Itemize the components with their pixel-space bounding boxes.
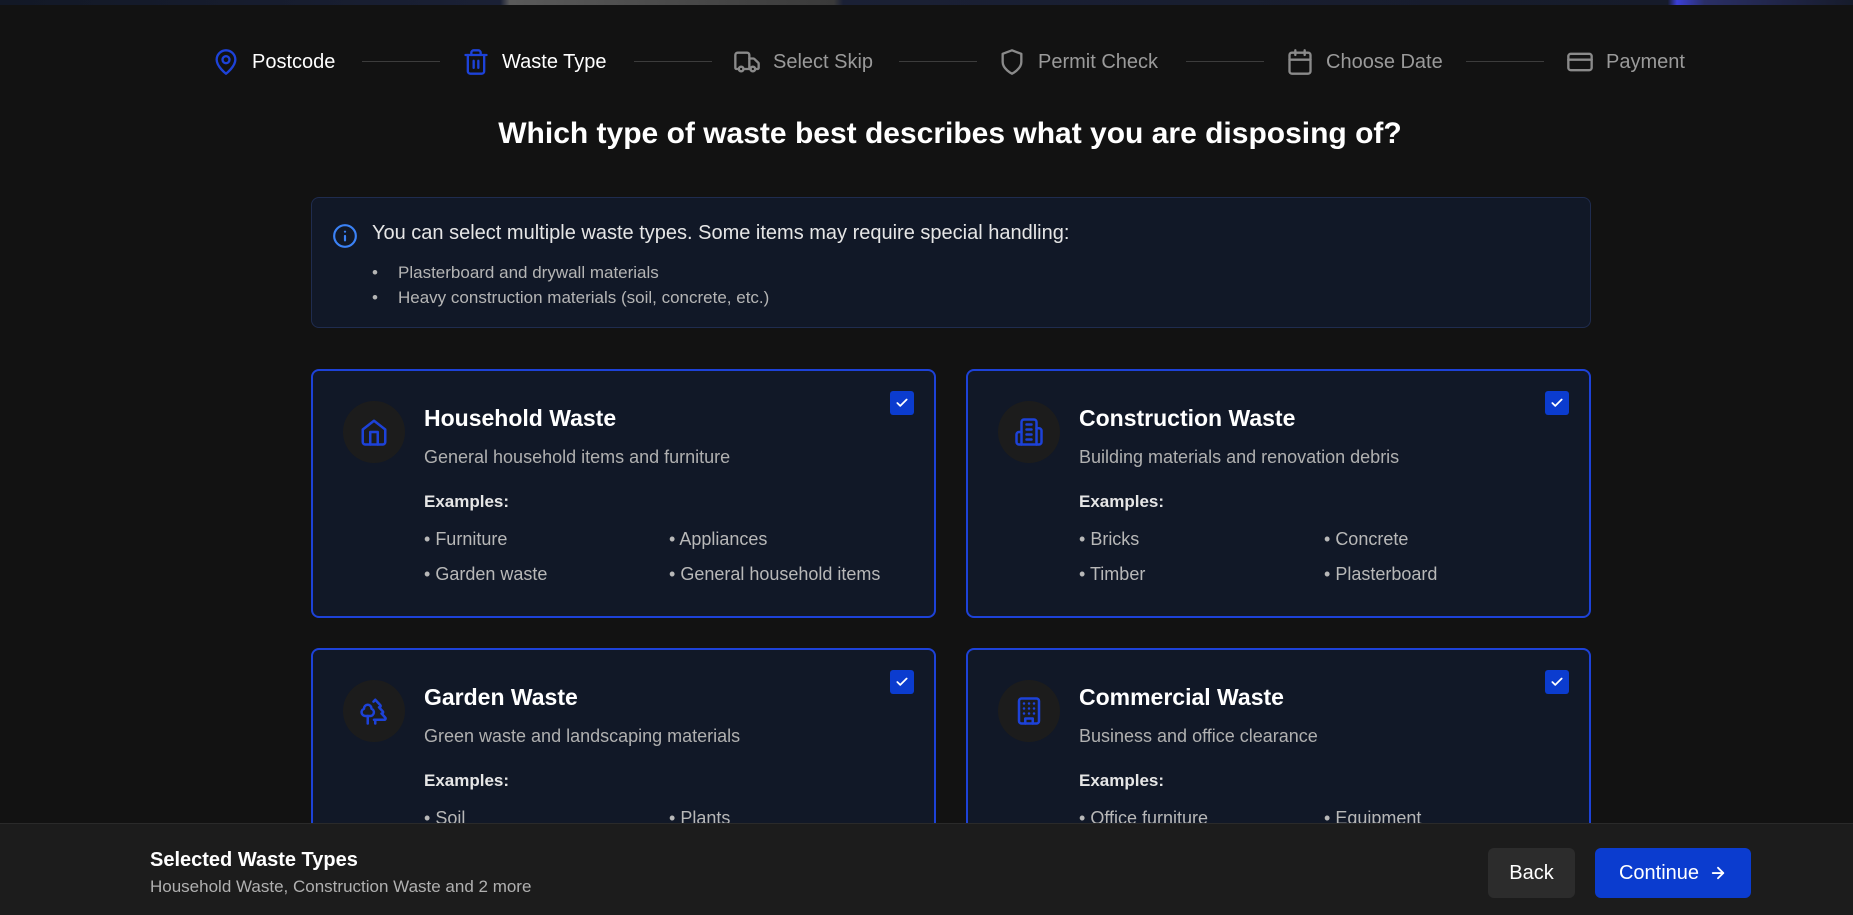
info-list: Plasterboard and drywall materials Heavy… xyxy=(372,260,769,310)
example-item: • General household items xyxy=(669,564,881,584)
credit-card-icon xyxy=(1567,52,1593,72)
selected-checkbox[interactable] xyxy=(1545,670,1569,694)
info-notice: You can select multiple waste types. Som… xyxy=(311,197,1591,328)
top-progress-strip xyxy=(0,0,1853,5)
step-postcode[interactable]: Postcode xyxy=(212,40,335,84)
selected-summary: Household Waste, Construction Waste and … xyxy=(150,877,532,896)
step-connector xyxy=(1466,61,1544,62)
house-icon xyxy=(361,419,387,446)
step-label: Select Skip xyxy=(773,50,874,73)
back-label: Back xyxy=(1509,861,1554,884)
arrow-right-icon xyxy=(1711,866,1725,880)
info-text: You can select multiple waste types. Som… xyxy=(372,222,1070,244)
step-waste-type[interactable]: Waste Type xyxy=(462,40,607,84)
card-description: General household items and furniture xyxy=(424,447,731,467)
check-icon xyxy=(896,677,908,686)
step-select-skip[interactable]: Select Skip xyxy=(733,40,873,84)
card-title: Garden Waste xyxy=(424,684,578,710)
selected-title: Selected Waste Types xyxy=(150,849,358,871)
card-description: Green waste and landscaping materials xyxy=(424,726,741,746)
calendar-icon xyxy=(1288,49,1312,75)
map-pin-icon xyxy=(215,49,237,75)
step-connector xyxy=(362,61,440,62)
progress-stepper: Postcode Waste Type Select Skip Permit C… xyxy=(0,40,1853,84)
examples-label: Examples: xyxy=(1079,771,1165,790)
examples-label: Examples: xyxy=(424,492,510,511)
shield-icon xyxy=(1001,49,1023,75)
trees-icon xyxy=(360,698,387,725)
continue-label: Continue xyxy=(1618,861,1700,884)
card-title: Commercial Waste xyxy=(1079,684,1284,710)
step-connector xyxy=(634,61,712,62)
info-list-item: Heavy construction materials (soil, conc… xyxy=(372,285,769,310)
example-item: • Furniture xyxy=(424,529,508,549)
card-title: Construction Waste xyxy=(1079,405,1296,431)
page-question: Which type of waste best describes what … xyxy=(498,117,1402,150)
example-item: • Concrete xyxy=(1324,529,1409,549)
card-icon-wrap xyxy=(998,680,1060,742)
truck-icon xyxy=(734,51,760,73)
selection-footer: Selected Waste Types Household Waste, Co… xyxy=(0,823,1853,915)
waste-card-construction[interactable]: Construction Waste Building materials an… xyxy=(966,369,1591,618)
check-icon xyxy=(1551,677,1563,686)
step-connector xyxy=(1186,61,1264,62)
examples-label: Examples: xyxy=(424,771,510,790)
step-label: Choose Date xyxy=(1326,50,1443,73)
card-icon-wrap xyxy=(998,401,1060,463)
examples-label: Examples: xyxy=(1079,492,1165,511)
example-item: • Bricks xyxy=(1079,529,1140,549)
step-permit-check[interactable]: Permit Check xyxy=(998,40,1158,84)
card-title: Household Waste xyxy=(424,405,617,431)
example-item: • Garden waste xyxy=(424,564,548,584)
card-description: Building materials and renovation debris xyxy=(1079,447,1400,467)
office-building-icon xyxy=(1017,697,1041,725)
selected-checkbox[interactable] xyxy=(890,670,914,694)
step-label: Permit Check xyxy=(1038,50,1159,73)
waste-card-household[interactable]: Household Waste General household items … xyxy=(311,369,936,618)
check-icon xyxy=(896,398,908,407)
continue-button[interactable]: Continue xyxy=(1595,848,1751,898)
back-button[interactable]: Back xyxy=(1488,848,1575,898)
building-icon xyxy=(1015,418,1043,446)
info-list-item: Plasterboard and drywall materials xyxy=(372,260,769,285)
card-icon-wrap xyxy=(343,680,405,742)
trash-icon xyxy=(464,49,488,75)
info-icon xyxy=(333,224,357,248)
step-connector xyxy=(899,61,977,62)
example-item: • Timber xyxy=(1079,564,1146,584)
card-description: Business and office clearance xyxy=(1079,726,1318,746)
step-label: Payment xyxy=(1606,50,1685,73)
check-icon xyxy=(1551,398,1563,407)
step-label: Postcode xyxy=(252,50,336,73)
example-item: • Appliances xyxy=(669,529,768,549)
selected-checkbox[interactable] xyxy=(890,391,914,415)
card-icon-wrap xyxy=(343,401,405,463)
example-item: • Plasterboard xyxy=(1324,564,1438,584)
step-choose-date[interactable]: Choose Date xyxy=(1286,40,1443,84)
step-payment[interactable]: Payment xyxy=(1566,40,1685,84)
step-label: Waste Type xyxy=(502,50,607,73)
selected-checkbox[interactable] xyxy=(1545,391,1569,415)
